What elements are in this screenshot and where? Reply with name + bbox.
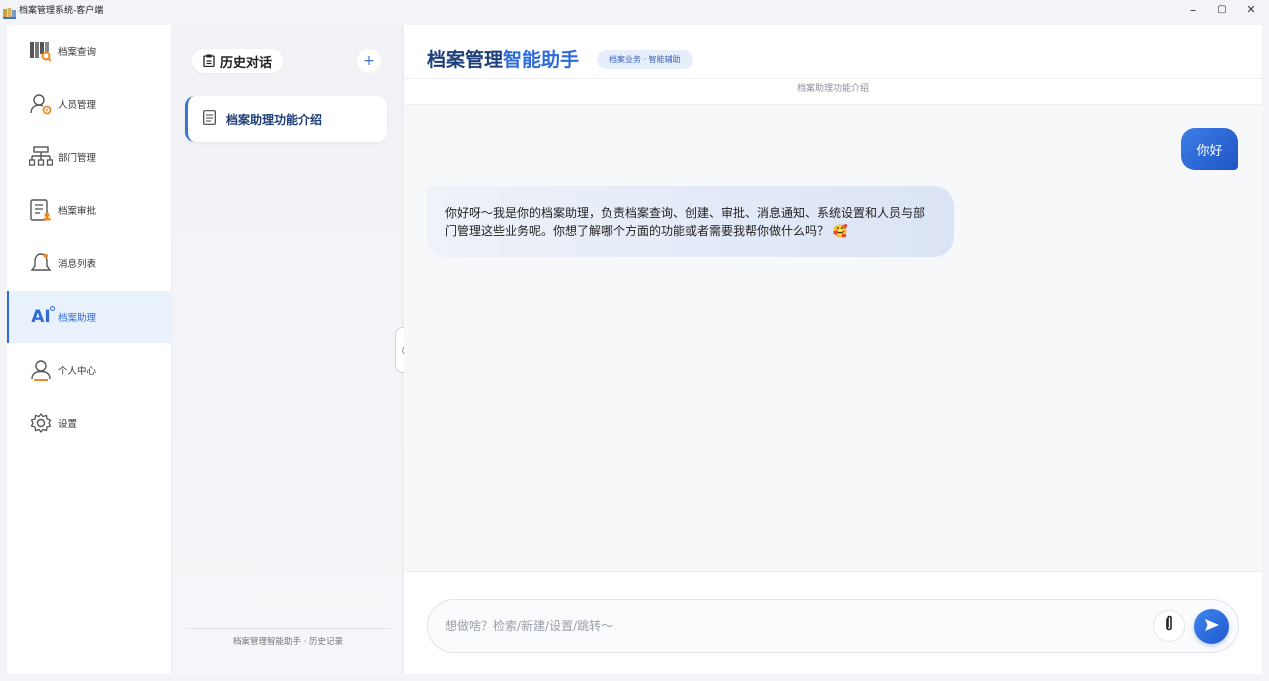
nav-item-settings[interactable]: 设置: [7, 397, 172, 449]
user-message: 你好: [1181, 128, 1238, 170]
chat-input-container: [427, 599, 1239, 653]
window-title: 档案管理系统-客户端: [19, 6, 104, 16]
chat-header: 档案管理智能助手 档案业务 · 智能辅助: [404, 25, 1262, 79]
person-icon: [28, 357, 54, 383]
input-bar: [404, 571, 1262, 674]
page-title-part1: 档案管理: [427, 49, 504, 71]
divider: [186, 628, 391, 629]
nav-item-department[interactable]: 部门管理: [7, 131, 172, 183]
close-button[interactable]: ✕: [1236, 0, 1266, 19]
chat-area: 档案管理智能助手 档案业务 · 智能辅助 档案助理功能介绍 你好 你好呀～我是你…: [404, 25, 1262, 674]
chat-input[interactable]: [445, 619, 1125, 633]
title-badge: 档案业务 · 智能辅助: [597, 50, 693, 69]
conversation-subtitle: 档案助理功能介绍: [404, 79, 1262, 105]
nav-item-approval[interactable]: 档案审批: [7, 184, 172, 236]
ai-icon: AI: [28, 304, 55, 330]
sidebar-nav: 档案查询 人员管理 部门管理 档案审批 消息列表 AI 档案助理 个人中心 设置: [7, 25, 172, 674]
new-chat-button[interactable]: +: [357, 49, 381, 73]
history-panel: 历史对话 + 档案助理功能介绍 档案管理智能助手 · 历史记录: [173, 25, 403, 674]
send-icon: [1204, 617, 1220, 636]
nav-label: 档案助理: [58, 313, 97, 324]
title-bar: 档案管理系统-客户端 – ▢ ✕: [0, 0, 1269, 19]
user-gear-icon: [28, 91, 54, 117]
nav-label: 人员管理: [58, 100, 97, 111]
document-icon: [203, 109, 216, 129]
nav-item-archive-search[interactable]: 档案查询: [7, 25, 172, 77]
org-chart-icon: [28, 144, 54, 170]
gear-icon: [28, 410, 54, 436]
history-header: 历史对话: [192, 49, 284, 73]
nav-item-personnel[interactable]: 人员管理: [7, 78, 172, 130]
document-approval-icon: [28, 197, 54, 223]
minimize-button[interactable]: –: [1178, 0, 1208, 19]
page-title: 档案管理智能助手: [427, 45, 579, 72]
history-item[interactable]: 档案助理功能介绍: [185, 96, 387, 142]
nav-item-assistant[interactable]: AI 档案助理: [7, 291, 172, 343]
nav-item-profile[interactable]: 个人中心: [7, 344, 172, 396]
archive-search-icon: [28, 38, 54, 64]
history-title: 历史对话: [220, 55, 273, 71]
attach-button[interactable]: [1153, 610, 1185, 642]
nav-label: 消息列表: [58, 259, 97, 270]
nav-item-messages[interactable]: 消息列表: [7, 237, 172, 289]
nav-label: 档案审批: [58, 206, 97, 217]
clipboard-icon: [203, 52, 215, 71]
ai-icon-text: AI: [31, 307, 51, 327]
nav-label: 档案查询: [58, 47, 97, 58]
app-logo-icon: [3, 4, 16, 19]
paperclip-icon: [1164, 615, 1174, 637]
send-button[interactable]: [1194, 609, 1229, 644]
history-item-label: 档案助理功能介绍: [226, 112, 323, 127]
nav-label: 设置: [58, 419, 78, 430]
bell-icon: [28, 250, 54, 276]
assistant-message: 你好呀～我是你的档案助理，负责档案查询、创建、审批、消息通知、系统设置和人员与部…: [427, 186, 954, 257]
maximize-button[interactable]: ▢: [1207, 0, 1237, 19]
history-footer: 档案管理智能助手 · 历史记录: [232, 637, 344, 647]
page-title-part2: 智能助手: [503, 49, 580, 71]
nav-label: 部门管理: [58, 153, 97, 164]
nav-label: 个人中心: [58, 366, 97, 377]
